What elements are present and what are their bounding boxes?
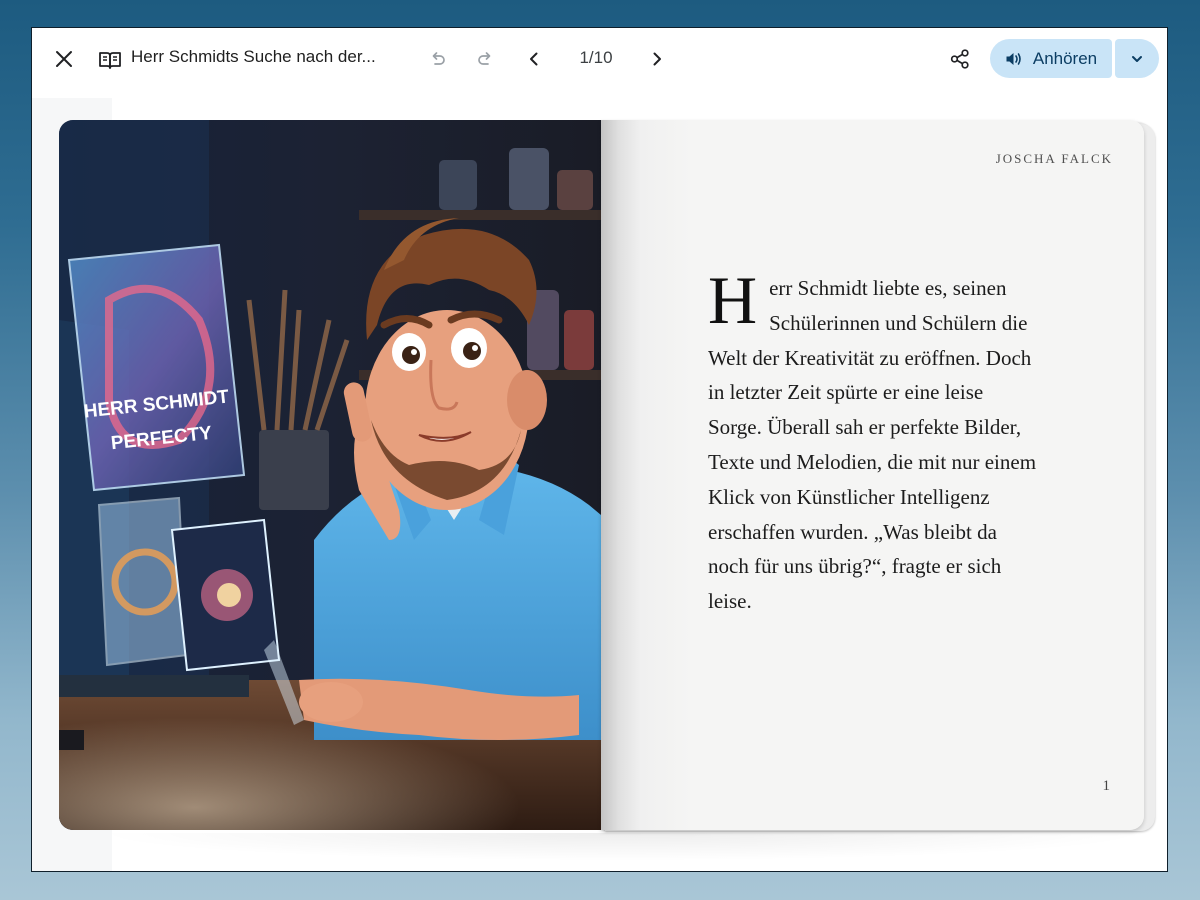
page-author: JOSCHA FALCK	[995, 151, 1113, 166]
share-icon	[950, 49, 969, 69]
book-spread: HERR SCHMIDT PERFECTY JOSCHA FALCK H err…	[59, 120, 1155, 833]
listen-options-button[interactable]	[1115, 39, 1159, 78]
illustration-page: HERR SCHMIDT PERFECTY	[59, 120, 601, 830]
page-indicator: 1/10	[579, 48, 613, 67]
close-button[interactable]	[46, 41, 82, 77]
close-icon	[56, 51, 72, 67]
undo-button[interactable]	[420, 41, 456, 77]
redo-button[interactable]	[467, 41, 503, 77]
next-page-button[interactable]	[639, 41, 675, 77]
share-button[interactable]	[942, 41, 978, 77]
chevron-left-icon	[530, 52, 538, 66]
text-page: JOSCHA FALCK H err Schmidt liebte es, se…	[601, 120, 1144, 830]
redo-icon	[478, 52, 491, 65]
book-shadow	[92, 833, 1152, 861]
drop-cap: H	[708, 262, 758, 338]
speaker-icon	[1006, 52, 1021, 65]
illustration: HERR SCHMIDT PERFECTY	[59, 120, 601, 830]
chevron-right-icon	[653, 52, 661, 66]
undo-icon	[432, 52, 445, 65]
listen-button[interactable]: Anhören	[990, 39, 1112, 78]
chevron-down-icon	[1132, 55, 1142, 62]
page-text: H err Schmidt liebte es, seinen Schüleri…	[708, 262, 1038, 619]
toolbar: Herr Schmidts Suche nach der... 1/10 Anh…	[32, 28, 1167, 92]
listen-label: Anhören	[1032, 48, 1098, 68]
book-title: Herr Schmidts Suche nach der...	[131, 47, 376, 66]
page-number: 1	[1102, 778, 1111, 794]
reader-window: Herr Schmidts Suche nach der... 1/10 Anh…	[31, 27, 1168, 872]
book-icon	[94, 44, 126, 76]
previous-page-button[interactable]	[516, 41, 552, 77]
page-body: err Schmidt liebte es, seinen Schülerinn…	[708, 276, 1037, 614]
